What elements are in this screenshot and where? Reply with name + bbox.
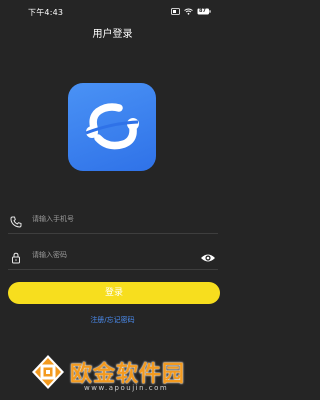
phone-input-row bbox=[8, 207, 218, 234]
battery-level: 87 bbox=[199, 7, 206, 14]
eye-icon[interactable] bbox=[200, 249, 216, 262]
sim-icon bbox=[171, 7, 180, 15]
watermark: 欧金软件园 www.apoujin.com bbox=[22, 352, 222, 400]
phone-input[interactable] bbox=[32, 211, 192, 227]
status-icons: 87 bbox=[171, 6, 211, 16]
login-screen: 下午4:43 87 用户登录 请输入手机号 登录 注册/忘记密码 欧金软件园 w… bbox=[0, 0, 225, 400]
watermark-logo-icon bbox=[28, 352, 68, 392]
password-input-row bbox=[8, 243, 218, 270]
app-logo bbox=[68, 83, 156, 171]
lock-icon bbox=[10, 249, 22, 264]
status-bar: 下午4:43 87 bbox=[0, 0, 225, 22]
phone-icon bbox=[10, 213, 22, 228]
battery-icon: 87 bbox=[197, 8, 211, 15]
watermark-url: www.apoujin.com bbox=[84, 384, 169, 392]
register-forgot-link[interactable]: 注册/忘记密码 bbox=[0, 315, 225, 325]
password-input[interactable] bbox=[32, 247, 192, 263]
wifi-icon bbox=[184, 8, 193, 15]
status-time: 下午4:43 bbox=[28, 8, 64, 17]
page-title: 用户登录 bbox=[92, 29, 133, 40]
login-button[interactable]: 登录 bbox=[8, 282, 220, 304]
